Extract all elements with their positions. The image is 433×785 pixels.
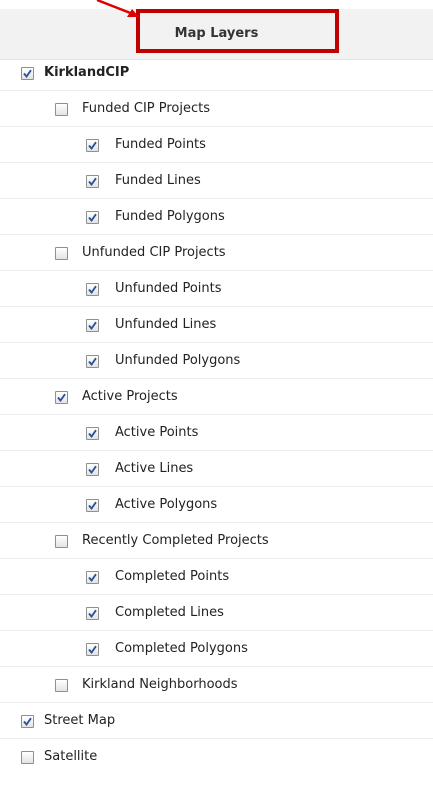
layer-label: Unfunded Polygons: [115, 353, 241, 368]
layer-label: Street Map: [44, 713, 116, 728]
layer-checkbox[interactable]: [55, 679, 68, 692]
layer-item-active-projects[interactable]: Active Projects: [0, 379, 433, 415]
layer-checkbox[interactable]: [86, 283, 99, 296]
layer-label: Funded Polygons: [115, 209, 225, 224]
checkmark-icon: [57, 393, 66, 402]
layer-checkbox[interactable]: [86, 211, 99, 224]
layer-item-street-map[interactable]: Street Map: [0, 703, 433, 739]
checkmark-icon: [88, 357, 97, 366]
checkmark-icon: [23, 69, 32, 78]
layer-label: KirklandCIP: [44, 65, 130, 80]
layer-item-funded-polygons[interactable]: Funded Polygons: [0, 199, 433, 235]
layer-checkbox[interactable]: [86, 175, 99, 188]
layer-checkbox[interactable]: [55, 247, 68, 260]
layer-item-completed-points[interactable]: Completed Points: [0, 559, 433, 595]
layer-label: Active Polygons: [115, 497, 218, 512]
checkmark-icon: [88, 285, 97, 294]
checkmark-icon: [88, 609, 97, 618]
layer-checkbox[interactable]: [86, 643, 99, 656]
layer-checkbox[interactable]: [86, 499, 99, 512]
checkmark-icon: [88, 141, 97, 150]
layer-item-funded-points[interactable]: Funded Points: [0, 127, 433, 163]
layer-list: KirklandCIP Funded CIP Projects Funded Poi…: [0, 55, 433, 775]
checkmark-icon: [88, 573, 97, 582]
layer-item-active-points[interactable]: Active Points: [0, 415, 433, 451]
layer-checkbox[interactable]: [86, 571, 99, 584]
layer-label: Unfunded Points: [115, 281, 222, 296]
layer-checkbox[interactable]: [86, 319, 99, 332]
layer-item-active-lines[interactable]: Active Lines: [0, 451, 433, 487]
annotation-arrow-icon: [96, 0, 139, 17]
layer-label: Active Points: [115, 425, 199, 440]
layer-label: Completed Points: [115, 569, 230, 584]
layer-label: Recently Completed Projects: [82, 533, 269, 548]
layer-label: Kirkland Neighborhoods: [82, 677, 238, 692]
layer-label: Funded CIP Projects: [82, 101, 211, 116]
panel-title: Map Layers: [174, 26, 259, 41]
panel-header: Map Layers: [0, 9, 433, 60]
layer-checkbox[interactable]: [21, 67, 34, 80]
layer-checkbox[interactable]: [86, 463, 99, 476]
layer-checkbox[interactable]: [21, 715, 34, 728]
layer-checkbox[interactable]: [86, 139, 99, 152]
layer-label: Funded Lines: [115, 173, 201, 188]
layer-checkbox[interactable]: [86, 427, 99, 440]
checkmark-icon: [88, 213, 97, 222]
layer-item-funded-cip-projects[interactable]: Funded CIP Projects: [0, 91, 433, 127]
layer-checkbox[interactable]: [86, 355, 99, 368]
layer-label: Satellite: [44, 749, 98, 764]
layer-item-satellite[interactable]: Satellite: [0, 739, 433, 775]
layer-label: Active Lines: [115, 461, 194, 476]
layer-label: Completed Polygons: [115, 641, 248, 656]
layer-label: Funded Points: [115, 137, 206, 152]
layer-item-unfunded-lines[interactable]: Unfunded Lines: [0, 307, 433, 343]
layer-checkbox[interactable]: [55, 535, 68, 548]
layer-item-funded-lines[interactable]: Funded Lines: [0, 163, 433, 199]
layer-item-kirklandcip[interactable]: KirklandCIP: [0, 55, 433, 91]
layer-item-unfunded-cip-projects[interactable]: Unfunded CIP Projects: [0, 235, 433, 271]
layer-item-kirkland-neighborhoods[interactable]: Kirkland Neighborhoods: [0, 667, 433, 703]
layer-item-completed-lines[interactable]: Completed Lines: [0, 595, 433, 631]
layer-item-unfunded-points[interactable]: Unfunded Points: [0, 271, 433, 307]
layer-item-recently-completed-projects[interactable]: Recently Completed Projects: [0, 523, 433, 559]
layer-checkbox[interactable]: [55, 391, 68, 404]
layer-item-active-polygons[interactable]: Active Polygons: [0, 487, 433, 523]
checkmark-icon: [88, 465, 97, 474]
checkmark-icon: [88, 177, 97, 186]
layer-item-completed-polygons[interactable]: Completed Polygons: [0, 631, 433, 667]
layer-checkbox[interactable]: [86, 607, 99, 620]
checkmark-icon: [88, 501, 97, 510]
layer-checkbox[interactable]: [21, 751, 34, 764]
layer-label: Unfunded CIP Projects: [82, 245, 226, 260]
layer-label: Unfunded Lines: [115, 317, 217, 332]
checkmark-icon: [23, 717, 32, 726]
checkmark-icon: [88, 321, 97, 330]
layer-label: Active Projects: [82, 389, 178, 404]
checkmark-icon: [88, 645, 97, 654]
checkmark-icon: [88, 429, 97, 438]
layer-item-unfunded-polygons[interactable]: Unfunded Polygons: [0, 343, 433, 379]
layer-label: Completed Lines: [115, 605, 224, 620]
layer-checkbox[interactable]: [55, 103, 68, 116]
